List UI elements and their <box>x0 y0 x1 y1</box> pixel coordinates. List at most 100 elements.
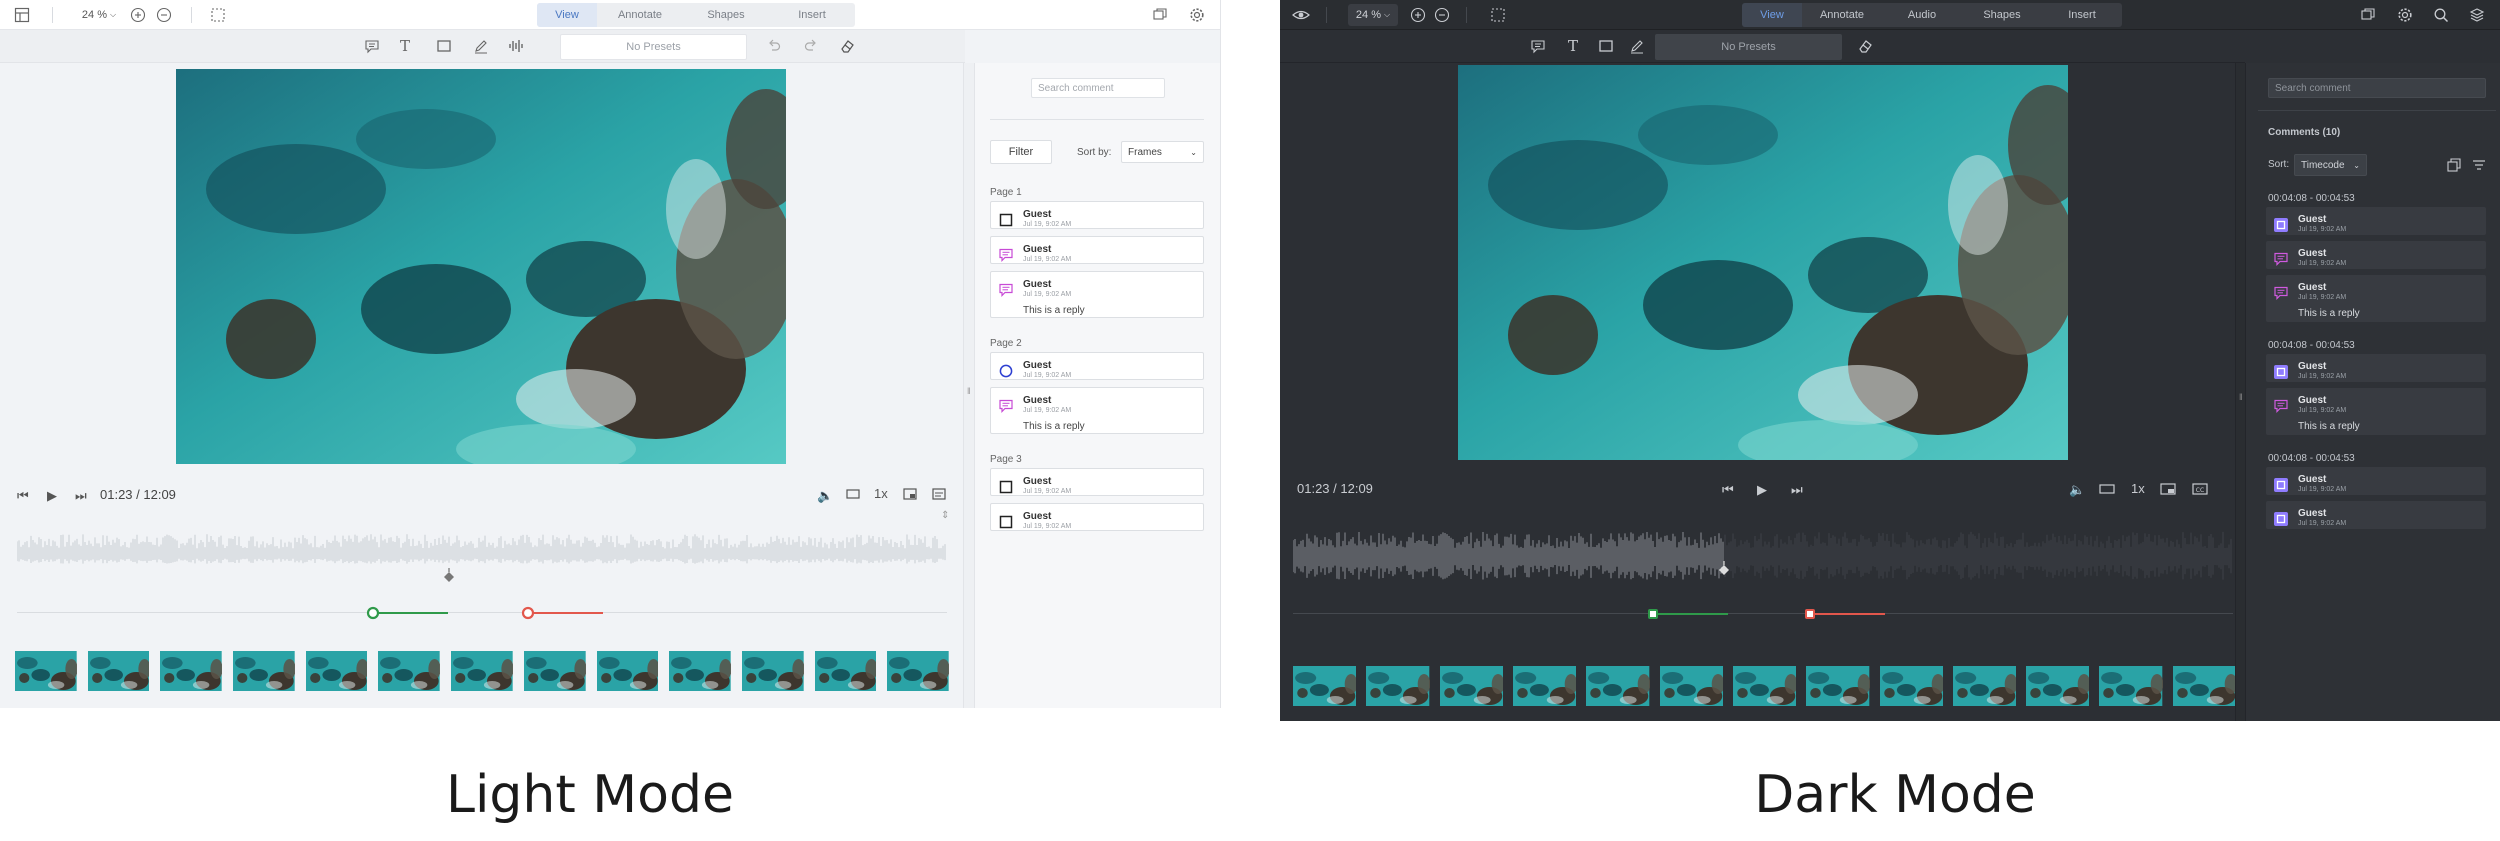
selection-icon[interactable] <box>210 7 226 23</box>
play-icon[interactable]: ▶ <box>1757 482 1767 498</box>
gear-icon[interactable] <box>1189 7 1205 23</box>
comment-card[interactable]: Guest Jul 19, 9:02 AM <box>2266 241 2486 269</box>
tab-view[interactable]: View <box>1742 3 1802 27</box>
tab-audio[interactable]: Audio <box>1882 3 1962 27</box>
film-frame[interactable] <box>451 651 513 691</box>
volume-icon[interactable]: 🔈 <box>2069 482 2085 498</box>
film-frame[interactable] <box>1806 666 1870 706</box>
zoom-in-icon[interactable] <box>130 7 146 23</box>
rectangle-tool-icon[interactable] <box>436 38 452 54</box>
tab-annotate[interactable]: Annotate <box>1802 3 1882 27</box>
layout-icon[interactable] <box>14 7 30 23</box>
filmstrip[interactable] <box>1293 666 2237 706</box>
comment-tool-icon[interactable] <box>1530 38 1546 54</box>
playhead-handle[interactable] <box>442 568 456 584</box>
comment-card[interactable]: Guest Jul 19, 9:02 AM <box>990 468 1204 496</box>
pen-tool-icon[interactable] <box>473 38 489 54</box>
filmstrip[interactable] <box>15 651 949 691</box>
film-frame[interactable] <box>1659 666 1723 706</box>
eye-icon[interactable] <box>1292 7 1310 23</box>
tab-view[interactable]: View <box>537 3 597 27</box>
comment-card[interactable]: Guest Jul 19, 9:02 AM This is a reply <box>990 271 1204 318</box>
film-frame[interactable] <box>814 651 877 691</box>
audio-waveform[interactable] <box>1293 527 2233 587</box>
range-start-green-handle[interactable] <box>366 606 450 620</box>
play-icon[interactable]: ▶ <box>47 488 57 504</box>
zoom-out-icon[interactable] <box>1434 7 1450 23</box>
film-frame[interactable] <box>1293 666 1357 706</box>
text-tool-icon[interactable]: T <box>1568 37 1578 55</box>
expand-icon[interactable]: ⇕ <box>941 510 949 521</box>
film-frame[interactable] <box>160 651 223 691</box>
eraser-icon[interactable] <box>1857 38 1873 54</box>
text-tool-icon[interactable]: T <box>400 37 410 55</box>
redo-icon[interactable] <box>803 38 819 54</box>
comment-card[interactable]: Guest Jul 19, 9:02 AM <box>2266 501 2486 529</box>
comments-panel-icon[interactable] <box>1152 7 1168 23</box>
film-frame[interactable] <box>596 651 659 691</box>
film-frame[interactable] <box>2026 666 2090 706</box>
video-frame[interactable] <box>176 69 786 464</box>
waveform-tool-icon[interactable] <box>508 38 526 54</box>
film-frame[interactable] <box>1952 666 2017 706</box>
presets-select[interactable]: No Presets <box>560 34 747 60</box>
tab-annotate[interactable]: Annotate <box>597 3 683 27</box>
sort-select[interactable]: Timecode ⌄ <box>2294 154 2367 176</box>
comment-card[interactable]: Guest Jul 19, 9:02 AM <box>990 503 1204 531</box>
captions-icon[interactable] <box>932 488 946 500</box>
range-start-green-handle[interactable] <box>1646 607 1730 621</box>
film-frame[interactable] <box>233 651 295 691</box>
film-frame[interactable] <box>1439 666 1503 706</box>
comment-card[interactable]: Guest Jul 19, 9:02 AM <box>2266 467 2486 495</box>
comment-card[interactable]: Guest Jul 19, 9:02 AM <box>990 201 1204 229</box>
comment-card[interactable]: Guest Jul 19, 9:02 AM <box>990 236 1204 264</box>
skip-forward-icon[interactable]: ⏭ <box>1791 482 1803 498</box>
search-input[interactable]: Search comment <box>1031 78 1165 98</box>
film-frame[interactable] <box>2172 666 2237 706</box>
comments-panel-icon[interactable] <box>2360 7 2376 23</box>
range-start-red-handle[interactable] <box>521 606 605 620</box>
collapse-all-icon[interactable] <box>2446 157 2462 173</box>
eraser-icon[interactable] <box>839 38 855 54</box>
filter-icon[interactable] <box>2471 157 2487 173</box>
comment-card[interactable]: Guest Jul 19, 9:02 AM This is a reply <box>2266 388 2486 435</box>
panel-splitter[interactable]: ‖ <box>2235 63 2245 721</box>
picture-in-picture-icon[interactable] <box>903 488 917 500</box>
skip-forward-icon[interactable]: ⏭ <box>75 488 87 504</box>
drag-handle-icon[interactable]: ‖ <box>967 386 971 396</box>
presets-select[interactable]: No Presets <box>1655 34 1842 60</box>
undo-icon[interactable] <box>766 38 782 54</box>
playback-speed[interactable]: 1x <box>874 486 888 501</box>
zoom-select[interactable]: 24 % ⌵ <box>74 4 124 26</box>
comment-card[interactable]: Guest Jul 19, 9:02 AM <box>990 352 1204 380</box>
panel-splitter[interactable]: ‖ <box>963 63 974 708</box>
sort-select[interactable]: Frames ⌄ <box>1121 141 1204 163</box>
tab-shapes[interactable]: Shapes <box>1962 3 2042 27</box>
comment-card[interactable]: Guest Jul 19, 9:02 AM <box>2266 207 2486 235</box>
search-icon[interactable] <box>2433 7 2449 23</box>
film-frame[interactable] <box>887 651 949 691</box>
layers-icon[interactable] <box>2469 7 2485 23</box>
selection-icon[interactable] <box>1490 7 1506 23</box>
filter-button[interactable]: Filter <box>990 140 1052 164</box>
zoom-select[interactable]: 24 % ⌵ <box>1348 4 1398 26</box>
gear-icon[interactable] <box>2397 7 2413 23</box>
film-frame[interactable] <box>2099 666 2163 706</box>
skip-back-icon[interactable]: ⏮ <box>17 488 29 504</box>
comment-card[interactable]: Guest Jul 19, 9:02 AM This is a reply <box>990 387 1204 434</box>
playhead-handle[interactable] <box>1717 561 1731 577</box>
film-frame[interactable] <box>1586 666 1650 706</box>
zoom-in-icon[interactable] <box>1410 7 1426 23</box>
tab-shapes[interactable]: Shapes <box>683 3 769 27</box>
tab-insert[interactable]: Insert <box>769 3 855 27</box>
loop-icon[interactable] <box>2099 483 2115 495</box>
drag-handle-icon[interactable]: ‖ <box>2239 392 2243 402</box>
film-frame[interactable] <box>87 651 150 691</box>
audio-waveform[interactable] <box>17 530 947 582</box>
video-frame[interactable] <box>1458 65 2068 460</box>
film-frame[interactable] <box>1732 666 1797 706</box>
film-frame[interactable] <box>305 651 368 691</box>
film-frame[interactable] <box>1366 666 1430 706</box>
comment-card[interactable]: Guest Jul 19, 9:02 AM This is a reply <box>2266 275 2486 322</box>
film-frame[interactable] <box>15 651 77 691</box>
